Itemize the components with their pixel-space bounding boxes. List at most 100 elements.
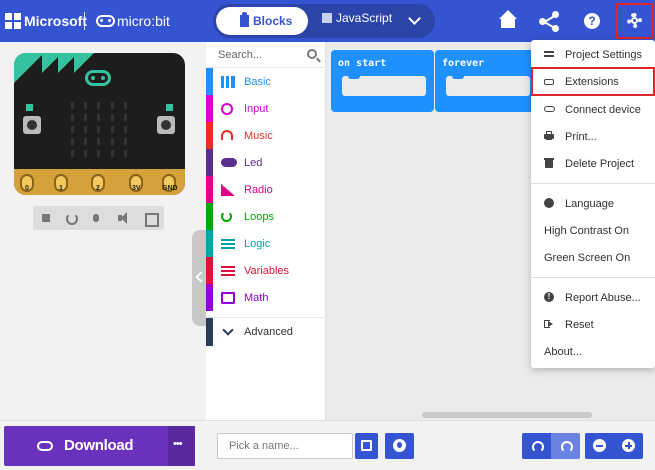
- menu-item-label: Report Abuse...: [565, 292, 641, 304]
- settings-menu: Project Settings Extensions Connect devi…: [531, 40, 655, 368]
- menu-item-extensions[interactable]: Extensions: [531, 67, 655, 96]
- tab-javascript[interactable]: JavaScript: [322, 11, 392, 25]
- menu-item-print[interactable]: Print...: [531, 123, 655, 149]
- category-radio[interactable]: Radio: [206, 176, 326, 203]
- category-label: Input: [244, 103, 269, 115]
- menu-item-reset[interactable]: Reset: [531, 311, 655, 337]
- headphones-icon: [221, 130, 233, 140]
- menu-divider: [531, 183, 655, 184]
- sign-out-icon: [544, 319, 554, 329]
- category-led[interactable]: Led: [206, 149, 326, 176]
- language-dropdown-chevron-down-icon[interactable]: [403, 9, 427, 33]
- sound-icon[interactable]: [110, 206, 136, 230]
- download-more-button[interactable]: [168, 426, 195, 466]
- save-button[interactable]: [355, 433, 378, 459]
- board-face-logo-icon: [85, 70, 111, 86]
- undo-button[interactable]: [522, 433, 551, 459]
- list-icon: [221, 266, 235, 268]
- restart-icon[interactable]: [58, 206, 84, 230]
- category-input[interactable]: Input: [206, 95, 326, 122]
- usb-icon: [37, 441, 53, 451]
- calculator-icon: [221, 292, 235, 304]
- category-label: Variables: [244, 265, 290, 277]
- settings-button[interactable]: [616, 3, 653, 39]
- menu-item-about[interactable]: About...: [531, 338, 655, 364]
- product-label: micro:bit: [117, 13, 170, 29]
- menu-item-report-abuse[interactable]: Report Abuse...: [531, 284, 655, 310]
- menu-divider: [531, 277, 655, 278]
- menu-item-label: Delete Project: [565, 158, 635, 170]
- redo-button[interactable]: [551, 433, 580, 459]
- search-input[interactable]: Search...: [218, 49, 262, 61]
- chevron-down-icon: [222, 324, 234, 336]
- download-button[interactable]: Download: [4, 426, 168, 466]
- print-icon: [544, 131, 554, 141]
- category-label: Led: [244, 157, 263, 169]
- on-start-block[interactable]: on start: [331, 50, 434, 112]
- pin-label: 2: [96, 185, 100, 192]
- pin-label: 1: [59, 185, 63, 192]
- tab-javascript-label: JavaScript: [336, 11, 393, 25]
- signal-icon: [221, 184, 235, 196]
- home-icon[interactable]: [495, 8, 521, 34]
- menu-item-connect-device[interactable]: Connect device: [531, 96, 655, 122]
- block-label: forever: [442, 58, 485, 69]
- button-b[interactable]: [157, 116, 175, 134]
- category-basic[interactable]: Basic: [206, 68, 326, 95]
- tab-blocks[interactable]: Blocks: [216, 7, 308, 35]
- category-label: Loops: [244, 211, 274, 223]
- category-math[interactable]: Math: [206, 284, 326, 311]
- download-label: Download: [64, 437, 134, 454]
- adjust-icon: [544, 49, 554, 59]
- menu-item-label: High Contrast On: [544, 225, 629, 237]
- advanced-label: Advanced: [244, 326, 293, 338]
- fullscreen-icon[interactable]: [137, 206, 163, 230]
- stop-icon[interactable]: [33, 206, 59, 230]
- warning-icon: [544, 292, 554, 302]
- category-variables[interactable]: Variables: [206, 257, 326, 284]
- category-label: Radio: [244, 184, 273, 196]
- pin-label: GND: [162, 185, 178, 192]
- grid-icon: [221, 76, 235, 88]
- link-icon: [544, 104, 555, 114]
- tab-blocks-label: Blocks: [253, 14, 293, 28]
- puzzle-icon: [240, 12, 249, 27]
- menu-item-language[interactable]: Language: [531, 190, 655, 216]
- button-a[interactable]: [23, 116, 41, 134]
- top-menu-bar: Microsoft micro:bit Blocks JavaScript: [0, 0, 655, 42]
- simulator-toolbar: [33, 206, 164, 230]
- header-divider: [84, 12, 85, 30]
- zoom-in-button[interactable]: [614, 433, 643, 459]
- button-b-marker: [166, 104, 173, 111]
- microsoft-logo-icon: [5, 13, 21, 29]
- menu-item-high-contrast[interactable]: High Contrast On: [531, 217, 655, 243]
- edge-connector: 0 1 2 3V GND: [14, 169, 185, 195]
- search-icon[interactable]: [307, 49, 317, 59]
- category-loops[interactable]: Loops: [206, 203, 326, 230]
- debug-icon[interactable]: [83, 206, 109, 230]
- menu-item-delete-project[interactable]: Delete Project: [531, 150, 655, 176]
- pin-label: 3V: [132, 185, 141, 192]
- toolbox-search[interactable]: Search...: [206, 42, 326, 68]
- category-label: Math: [244, 292, 269, 304]
- category-logic[interactable]: Logic: [206, 230, 326, 257]
- pin-label: 0: [25, 185, 29, 192]
- forever-block[interactable]: forever: [435, 50, 538, 112]
- zoom-out-button[interactable]: [585, 433, 614, 459]
- github-button[interactable]: [385, 433, 414, 459]
- category-advanced[interactable]: Advanced: [206, 317, 326, 346]
- project-name-input[interactable]: [217, 433, 353, 459]
- collapse-simulator-button[interactable]: [192, 230, 206, 326]
- share-icon[interactable]: [536, 8, 562, 34]
- category-music[interactable]: Music: [206, 122, 326, 149]
- category-label: Logic: [244, 238, 271, 250]
- menu-item-label: Language: [565, 198, 614, 210]
- menu-item-project-settings[interactable]: Project Settings: [531, 41, 655, 67]
- menu-item-green-screen[interactable]: Green Screen On: [531, 244, 655, 270]
- menu-item-label: Green Screen On: [544, 252, 631, 264]
- refresh-icon: [221, 211, 232, 222]
- help-icon[interactable]: [579, 8, 605, 34]
- workspace-horizontal-scrollbar[interactable]: [422, 412, 592, 418]
- gear-icon: [627, 13, 642, 28]
- trash-icon: [544, 158, 554, 168]
